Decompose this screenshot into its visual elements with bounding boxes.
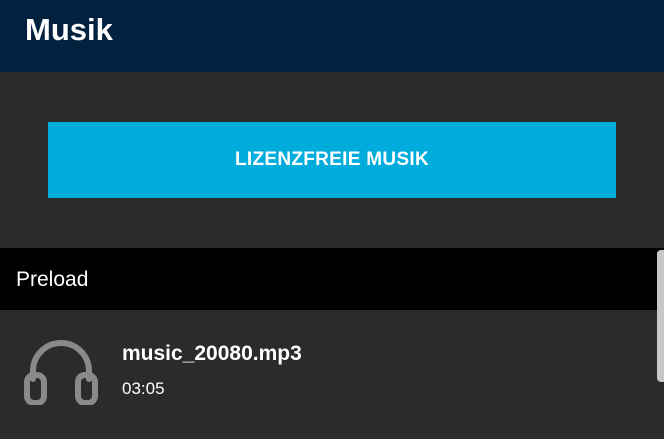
section-title: Preload [16, 268, 89, 291]
headphones-icon [24, 340, 98, 405]
track-name: music_20080.mp3 [122, 342, 302, 365]
section-header-preload: Preload [0, 248, 664, 310]
app-bar: Musik [0, 0, 664, 72]
royalty-free-music-button[interactable]: LIZENZFREIE MUSIK [48, 122, 616, 198]
track-duration: 03:05 [122, 379, 165, 398]
music-screen: Musik LIZENZFREIE MUSIK Preload music_20… [0, 0, 664, 439]
scrollbar[interactable] [657, 250, 664, 382]
page-title: Musik [25, 12, 113, 47]
